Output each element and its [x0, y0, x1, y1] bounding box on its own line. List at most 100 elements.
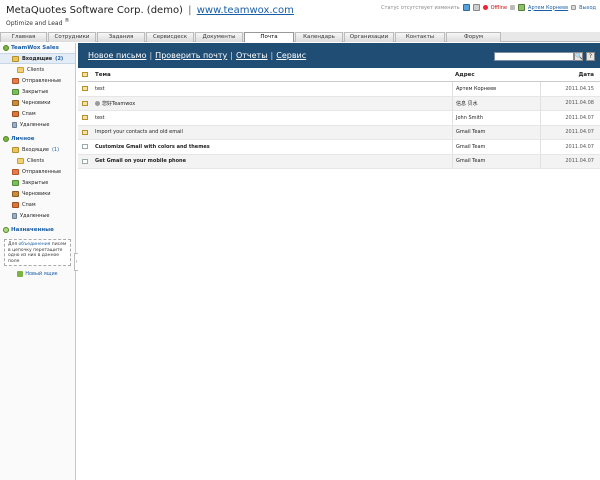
tab-4[interactable]: Документы — [195, 32, 243, 42]
header-subject[interactable]: Тема — [92, 72, 452, 78]
row-icon-cell — [78, 100, 92, 106]
sidebar-item-drafts-personal[interactable]: Черновики — [0, 188, 75, 199]
row-address: Артем Корнеев — [452, 82, 540, 96]
row-subject-text: Customize Gmail with colors and themes — [95, 143, 210, 150]
row-subject[interactable]: Customize Gmail with colors and themes — [92, 144, 452, 150]
row-date: 2011.04.08 — [540, 96, 600, 110]
inbox-icon — [12, 55, 19, 62]
draft-icon — [12, 99, 19, 106]
hint-link: объединения — [18, 242, 51, 247]
status-text[interactable]: Статус отсутствует изменить — [381, 5, 460, 11]
row-date: 2011.04.07 — [540, 140, 600, 154]
sidebar-group-teamwox-sales[interactable]: TeamWox Sales — [0, 43, 75, 53]
row-subject-text: Get Gmail on your mobile phone — [95, 158, 186, 165]
sidebar-item-inbox-personal[interactable]: Входящие (1) — [0, 144, 75, 155]
sidebar-item-drafts[interactable]: Черновики — [0, 97, 75, 108]
exit-icon[interactable] — [571, 5, 577, 10]
inbox-icon — [12, 146, 19, 153]
check-mail-link[interactable]: Проверить почту — [155, 51, 227, 60]
envelope-icon — [82, 115, 88, 121]
tab-0[interactable]: Главная — [0, 32, 47, 42]
exit-link[interactable]: Выход — [579, 5, 596, 11]
header-address[interactable]: Адрес — [452, 72, 540, 78]
main-tabs: Главная Сотрудники Задания Сервисдеск Докуме… — [0, 32, 600, 42]
row-subject-text: Import your contacts and old email — [95, 129, 183, 136]
messenger-icon[interactable] — [462, 4, 470, 11]
row-subject[interactable]: 您好Teamwox — [92, 100, 452, 107]
sidebar-item-label: Входящие — [22, 55, 53, 62]
tab-9[interactable]: Форум — [446, 32, 501, 42]
phone-icon[interactable] — [472, 4, 480, 11]
presence-status[interactable]: Offline — [491, 5, 507, 11]
sidebar-item-label: Входящие — [22, 146, 49, 153]
row-address: John Smith — [452, 111, 540, 125]
sidebar-item-label: Удаленные — [20, 121, 50, 128]
sidebar-item-label: Удаленные — [20, 212, 50, 219]
user-name-link[interactable]: Артем Корнеев — [528, 5, 568, 11]
user-bar: Статус отсутствует изменить Offline Арте… — [381, 4, 596, 11]
table-row[interactable]: test Артем Корнеев 2011.04.15 — [78, 82, 600, 97]
toolbar-separator: | — [149, 51, 153, 60]
sidebar-item-label: Clients — [27, 157, 45, 164]
search-icon[interactable]: 🔍 — [574, 52, 583, 61]
tab-1[interactable]: Сотрудники — [48, 32, 96, 42]
spam-icon — [12, 201, 19, 208]
table-row[interactable]: Customize Gmail with colors and themes Gm… — [78, 140, 600, 155]
table-row[interactable]: Import your contacts and old email Gmail … — [78, 125, 600, 140]
sidebar-item-closed[interactable]: Закрытые — [0, 86, 75, 97]
mail-toolbar: Новое письмо | Проверить почту | Отчеты … — [78, 43, 600, 68]
envelope-icon — [82, 129, 88, 135]
row-date: 2011.04.07 — [540, 154, 600, 168]
group-title: Назначенные — [11, 227, 54, 233]
contact-icon — [95, 100, 100, 106]
sidebar-item-clients-personal[interactable]: Clients — [0, 155, 75, 166]
sidebar-item-closed-personal[interactable]: Закрытые — [0, 177, 75, 188]
table-row[interactable]: 您好Teamwox 信息 贝水 2011.04.08 — [78, 96, 600, 111]
row-subject[interactable]: Get Gmail on your mobile phone — [92, 158, 452, 164]
sidebar-item-inbox[interactable]: Входящие (2) — [0, 53, 75, 64]
table-row[interactable]: test John Smith 2011.04.07 — [78, 111, 600, 126]
sidebar-item-deleted-personal[interactable]: Удаленные — [0, 210, 75, 221]
help-icon[interactable]: ? — [586, 52, 595, 61]
envelope-icon — [82, 100, 88, 106]
app-header: MetaQuotes Software Corp. (demo) | www.t… — [0, 0, 600, 32]
sidebar-item-sent[interactable]: Отправленные — [0, 75, 75, 86]
sent-icon — [12, 77, 19, 84]
new-mail-link[interactable]: Новое письмо — [88, 51, 146, 60]
search-input[interactable] — [494, 52, 574, 61]
reports-link[interactable]: Отчеты — [236, 51, 268, 60]
sidebar-group-personal[interactable]: Личное — [0, 134, 75, 144]
tab-7[interactable]: Организации — [344, 32, 394, 42]
service-link[interactable]: Сервис — [276, 51, 306, 60]
draft-icon — [12, 190, 19, 197]
sidebar-item-label: Закрытые — [22, 88, 49, 95]
settings-icon[interactable] — [510, 5, 516, 10]
row-address: Gmail Team — [452, 154, 540, 168]
new-mailbox-button[interactable]: Новый ящик — [0, 271, 75, 277]
tab-6[interactable]: Календарь — [295, 32, 343, 42]
website-link[interactable]: www.teamwox.com — [197, 5, 294, 16]
company-title: MetaQuotes Software Corp. (demo) | www.t… — [6, 5, 294, 16]
sidebar-item-clients[interactable]: Clients — [0, 64, 75, 75]
tab-8[interactable]: Контакты — [395, 32, 445, 42]
table-row[interactable]: Get Gmail on your mobile phone Gmail Team… — [78, 154, 600, 169]
sidebar-item-sent-personal[interactable]: Отправленные — [0, 166, 75, 177]
sidebar-group-assigned[interactable]: Назначенные — [0, 225, 75, 235]
thread-merge-dropzone[interactable]: Для объединения писем в цепочку перетащи… — [4, 239, 71, 266]
row-subject[interactable]: test — [92, 115, 452, 121]
new-mailbox-label: Новый ящик — [25, 271, 58, 277]
sidebar-item-spam[interactable]: Спам — [0, 108, 75, 119]
tab-3[interactable]: Сервисдеск — [146, 32, 194, 42]
row-date: 2011.04.07 — [540, 111, 600, 125]
row-date: 2011.04.15 — [540, 82, 600, 96]
sidebar-item-deleted[interactable]: Удаленные — [0, 119, 75, 130]
tab-2[interactable]: Задания — [97, 32, 145, 42]
sidebar-item-label: Clients — [27, 66, 45, 73]
envelope-icon — [82, 144, 88, 150]
header-date[interactable]: Дата — [540, 72, 600, 78]
sidebar-item-spam-personal[interactable]: Спам — [0, 199, 75, 210]
row-subject[interactable]: Import your contacts and old email — [92, 129, 452, 135]
row-subject[interactable]: test — [92, 86, 452, 92]
tab-5[interactable]: Почта — [244, 32, 294, 42]
mail-main: Новое письмо | Проверить почту | Отчеты … — [78, 43, 600, 480]
